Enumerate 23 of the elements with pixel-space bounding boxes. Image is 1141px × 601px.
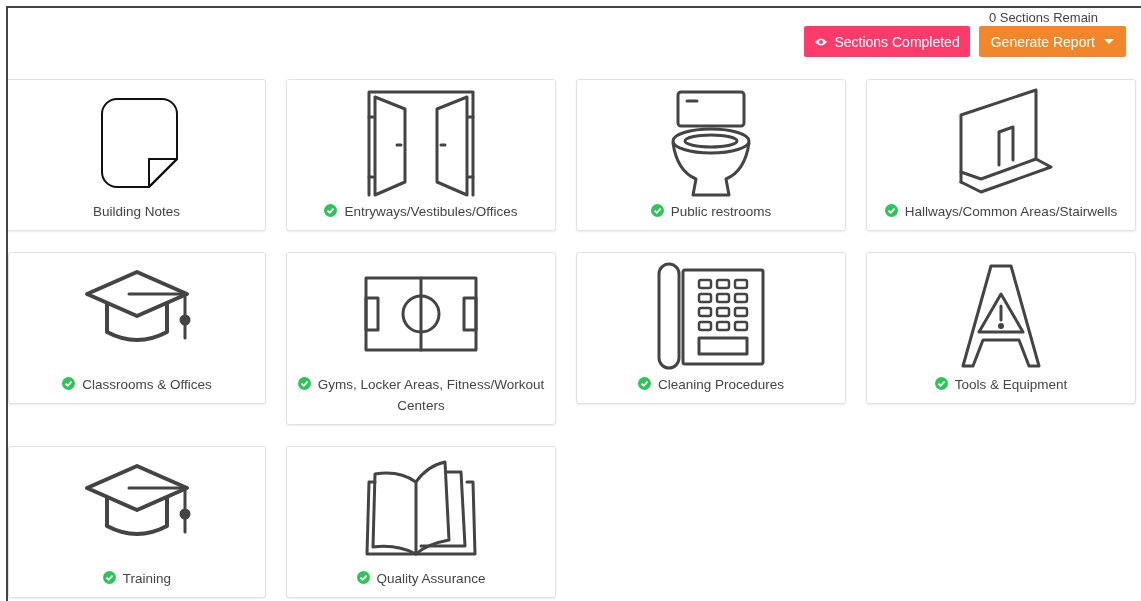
eye-icon — [814, 36, 829, 47]
section-title: Tools & Equipment — [954, 377, 1068, 392]
section-card[interactable]: Hallways/Common Areas/Stairwells — [866, 79, 1136, 231]
section-title: Public restrooms — [670, 204, 772, 219]
section-card[interactable]: Training — [8, 446, 266, 598]
section-title: Building Notes — [92, 204, 181, 219]
section-title: Cleaning Procedures — [657, 377, 785, 392]
section-card[interactable]: Tools & Equipment — [866, 252, 1136, 404]
section-card[interactable]: Gyms, Locker Areas, Fitness/Workout Centers — [286, 252, 556, 425]
section-card[interactable]: Classrooms & Offices — [8, 252, 266, 404]
section-title: Hallways/Common Areas/Stairwells — [904, 204, 1118, 219]
caret-icon — [1104, 38, 1114, 45]
section-card[interactable]: Quality Assurance — [286, 446, 556, 598]
section-card[interactable]: Building Notes — [8, 79, 266, 231]
section-title: Gyms, Locker Areas, Fitness/Workout Centers — [317, 377, 545, 413]
sections-remaining-count: 0 Sections Remain — [988, 9, 1098, 26]
section-title: Entryways/Vestibules/Offices — [344, 204, 518, 219]
section-card[interactable]: Public restrooms — [576, 79, 846, 231]
section-title: Training — [122, 571, 172, 586]
section-card[interactable]: Entryways/Vestibules/Offices — [286, 79, 556, 231]
section-title: Quality Assurance — [376, 571, 486, 586]
section-title: Classrooms & Offices — [82, 377, 212, 392]
section-card[interactable]: Cleaning Procedures — [576, 252, 846, 404]
